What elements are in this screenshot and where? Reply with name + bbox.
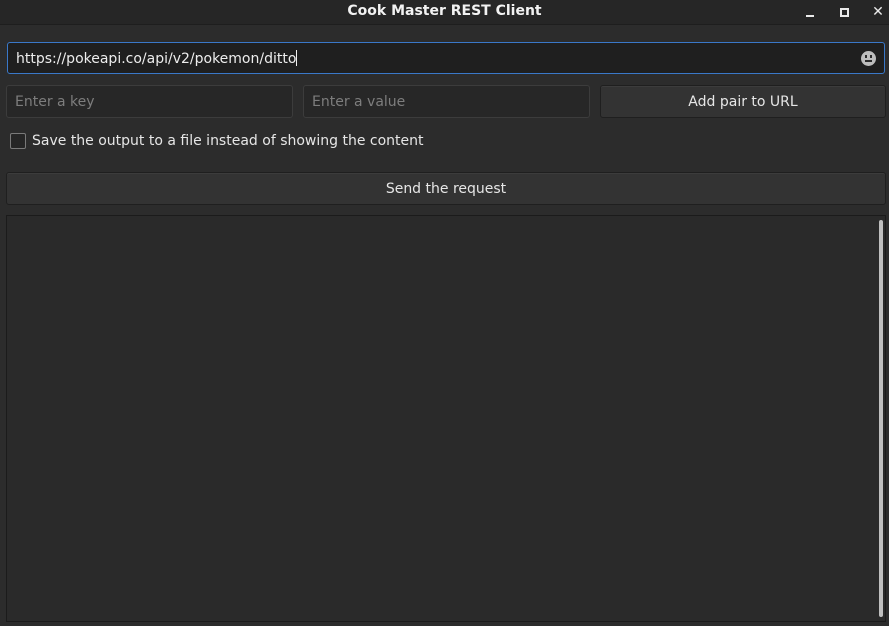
save-to-file-label: Save the output to a file instead of sho… [32, 133, 424, 149]
key-field[interactable] [6, 85, 293, 118]
minimize-button[interactable] [801, 4, 819, 20]
url-input[interactable]: https://pokeapi.co/api/v2/pokemon/ditto [7, 42, 885, 74]
value-input[interactable] [304, 86, 589, 117]
emoji-icon[interactable] [861, 51, 876, 66]
key-input[interactable] [7, 86, 292, 117]
value-field[interactable] [303, 85, 590, 118]
text-caret [296, 50, 298, 66]
app-window: Cook Master REST Client ✕ https://pokeap… [0, 0, 889, 626]
save-to-file-checkbox[interactable] [10, 133, 26, 149]
maximize-icon [839, 7, 849, 17]
close-icon: ✕ [872, 4, 884, 20]
title-bar[interactable]: Cook Master REST Client ✕ [0, 0, 889, 25]
add-pair-button[interactable]: Add pair to URL [600, 85, 886, 118]
save-to-file-option[interactable]: Save the output to a file instead of sho… [10, 132, 424, 150]
minimize-icon [806, 15, 814, 17]
url-input-text: https://pokeapi.co/api/v2/pokemon/ditto [16, 50, 298, 67]
maximize-button[interactable] [835, 4, 853, 20]
send-request-button[interactable]: Send the request [6, 172, 886, 205]
url-value: https://pokeapi.co/api/v2/pokemon/ditto [16, 51, 297, 67]
response-output-area[interactable] [6, 215, 886, 622]
output-scrollbar[interactable] [879, 220, 883, 617]
close-button[interactable]: ✕ [869, 4, 887, 20]
window-title: Cook Master REST Client [347, 3, 542, 19]
